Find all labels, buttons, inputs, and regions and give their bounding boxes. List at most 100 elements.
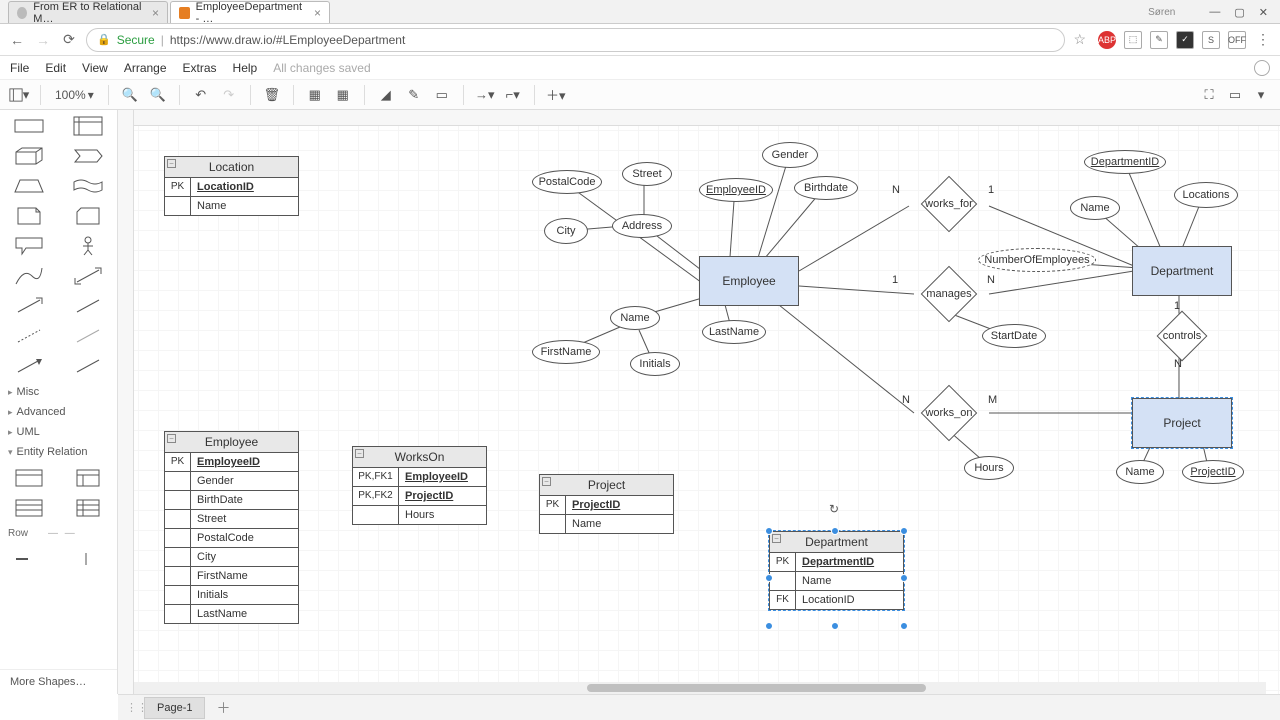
ext-abp-icon[interactable]: ABP <box>1098 31 1116 49</box>
zoom-out-icon[interactable]: 🔍 <box>147 84 169 106</box>
selection-handle[interactable] <box>900 574 908 582</box>
shape-dashed[interactable] <box>4 324 54 348</box>
shape-step[interactable] <box>64 144 114 168</box>
add-page-button[interactable]: ＋ <box>213 698 233 718</box>
attr-startdate[interactable]: StartDate <box>982 324 1046 348</box>
shape-callout[interactable] <box>4 234 54 258</box>
selection-handle[interactable] <box>765 622 773 630</box>
view-dropdown[interactable]: ▾ <box>8 84 30 106</box>
er-shape-list[interactable] <box>4 496 54 520</box>
fullscreen-icon[interactable]: ⛶ <box>1198 84 1220 106</box>
back-button[interactable]: ← <box>8 31 26 49</box>
menu-extras[interactable]: Extras <box>183 61 217 75</box>
rel-works-on[interactable]: works_on <box>909 393 989 433</box>
attr-firstname[interactable]: FirstName <box>532 340 600 364</box>
attr-gender[interactable]: Gender <box>762 142 818 168</box>
entity-project[interactable]: Project <box>1132 398 1232 448</box>
shape-note[interactable] <box>4 204 54 228</box>
window-minimize[interactable]: — <box>1209 6 1220 18</box>
shape-curve[interactable] <box>4 264 54 288</box>
shape-thin[interactable] <box>64 324 114 348</box>
window-close[interactable]: ✕ <box>1259 6 1268 19</box>
attr-birthdate[interactable]: Birthdate <box>794 176 858 200</box>
attr-deptid[interactable]: DepartmentID <box>1084 150 1166 174</box>
ext-icon[interactable]: ⬚ <box>1124 31 1142 49</box>
selection-handle[interactable] <box>765 527 773 535</box>
table-workson[interactable]: −WorksOn PK,FK1EmployeeID PK,FK2ProjectI… <box>352 446 487 525</box>
selection-handle[interactable] <box>900 527 908 535</box>
tab-1[interactable]: EmployeeDepartment - … × <box>170 1 330 23</box>
url-box[interactable]: 🔒 Secure | https://www.draw.io/#LEmploye… <box>86 28 1065 52</box>
canvas[interactable]: −Location PKLocationID Name −Employee PK… <box>118 110 1280 694</box>
table-location[interactable]: −Location PKLocationID Name <box>164 156 299 216</box>
er-shape-sep[interactable] <box>64 547 114 571</box>
shape-line[interactable] <box>64 294 114 318</box>
attr-pname[interactable]: Name <box>1116 460 1164 484</box>
shape-arrow-bi[interactable] <box>64 264 114 288</box>
page-menu-icon[interactable]: ⋮⋮ <box>126 701 136 714</box>
rel-manages[interactable]: manages <box>909 274 989 314</box>
shape-card[interactable] <box>64 204 114 228</box>
to-back-icon[interactable]: ▦ <box>332 84 354 106</box>
er-shape-table2[interactable] <box>64 466 114 490</box>
rotate-handle-icon[interactable]: ↻ <box>827 502 841 516</box>
er-shape-list2[interactable] <box>64 496 114 520</box>
menu-help[interactable]: Help <box>233 61 258 75</box>
ext-icon[interactable]: ✓ <box>1176 31 1194 49</box>
sidebar-section-misc[interactable]: Misc <box>0 382 117 402</box>
sidebar-section-uml[interactable]: UML <box>0 422 117 442</box>
shape-cube[interactable] <box>4 144 54 168</box>
bookmark-icon[interactable]: ☆ <box>1073 31 1086 48</box>
shape-actor[interactable] <box>64 234 114 258</box>
menu-file[interactable]: File <box>10 61 29 75</box>
er-shape-hr[interactable] <box>4 547 54 571</box>
zoom-level[interactable]: 100% ▾ <box>51 88 98 102</box>
attr-hours[interactable]: Hours <box>964 456 1014 480</box>
rel-controls[interactable]: controls <box>1142 318 1222 354</box>
table-project[interactable]: −Project PKProjectID Name <box>539 474 674 534</box>
attr-postal[interactable]: PostalCode <box>532 170 602 194</box>
format-panel-icon[interactable]: ▭ <box>1224 84 1246 106</box>
waypoint-icon[interactable]: ⌐▾ <box>502 84 524 106</box>
attr-projectid[interactable]: ProjectID <box>1182 460 1244 484</box>
ext-icon[interactable]: ✎ <box>1150 31 1168 49</box>
zoom-in-icon[interactable]: 🔍 <box>119 84 141 106</box>
tab-0[interactable]: From ER to Relational M… × <box>8 1 168 23</box>
ext-icon[interactable]: OFF <box>1228 31 1246 49</box>
collapse-icon[interactable]: ▾ <box>1250 84 1272 106</box>
tab-close-icon[interactable]: × <box>152 6 159 20</box>
er-shape-table[interactable] <box>4 466 54 490</box>
attr-city[interactable]: City <box>544 218 588 244</box>
attr-dname[interactable]: Name <box>1070 196 1120 220</box>
shadow-icon[interactable]: ▭ <box>431 84 453 106</box>
menu-arrange[interactable]: Arrange <box>124 61 167 75</box>
entity-employee[interactable]: Employee <box>699 256 799 306</box>
sidebar-section-advanced[interactable]: Advanced <box>0 402 117 422</box>
chrome-menu-icon[interactable]: ⋮ <box>1254 31 1272 49</box>
attr-name[interactable]: Name <box>610 306 660 330</box>
sidebar-section-er[interactable]: Entity Relation <box>0 442 117 462</box>
attr-street[interactable]: Street <box>622 162 672 186</box>
selection-handle[interactable] <box>900 622 908 630</box>
entity-department[interactable]: Department <box>1132 246 1232 296</box>
table-department[interactable]: −Department PKDepartmentID Name FKLocati… <box>769 531 904 610</box>
shape-conn-line[interactable] <box>64 354 114 378</box>
language-icon[interactable] <box>1254 60 1270 76</box>
delete-icon[interactable]: 🗑 <box>261 84 283 106</box>
selection-handle[interactable] <box>765 574 773 582</box>
connection-icon[interactable]: →▾ <box>474 84 496 106</box>
line-icon[interactable]: ✎ <box>403 84 425 106</box>
ext-icon[interactable]: S <box>1202 31 1220 49</box>
fill-icon[interactable]: ◢ <box>375 84 397 106</box>
attr-numemp[interactable]: NumberOfEmployees <box>978 248 1096 272</box>
page-tab[interactable]: Page-1 <box>144 697 205 719</box>
reload-button[interactable]: ⟳ <box>60 31 78 49</box>
shape-conn-arrow[interactable] <box>4 354 54 378</box>
undo-icon[interactable]: ↶ <box>190 84 212 106</box>
shape-rect[interactable] <box>4 114 54 138</box>
selection-handle[interactable] <box>831 622 839 630</box>
rel-works-for[interactable]: works_for <box>909 184 989 224</box>
to-front-icon[interactable]: ▦ <box>304 84 326 106</box>
menu-view[interactable]: View <box>82 61 108 75</box>
shape-trap[interactable] <box>4 174 54 198</box>
